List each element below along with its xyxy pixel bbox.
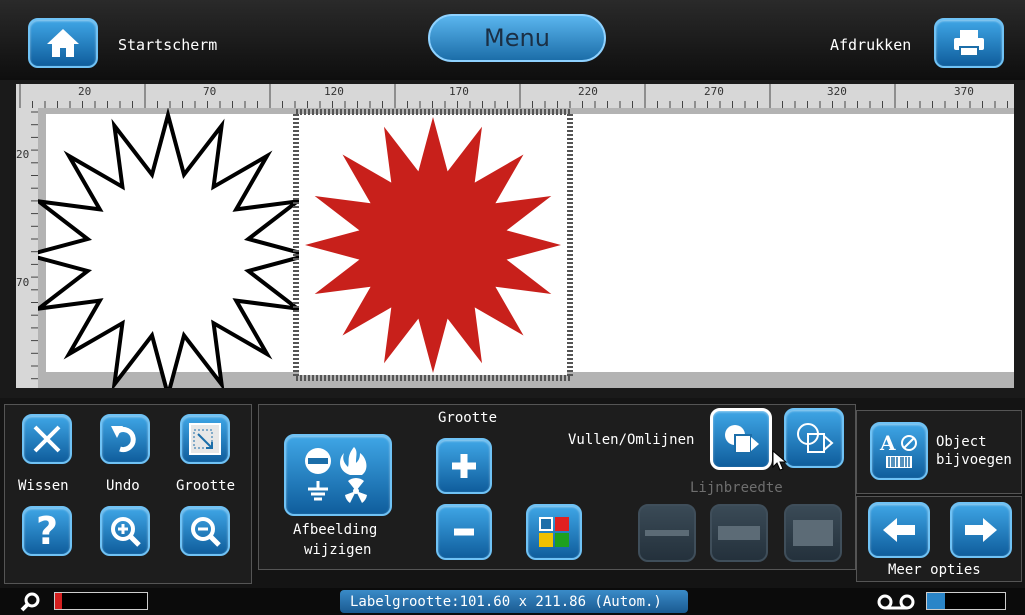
home-icon	[47, 29, 79, 57]
meer-opties-label: Meer opties	[888, 562, 981, 578]
afbeelding-label-line1: Afbeelding	[293, 522, 378, 538]
size-increase-button[interactable]	[436, 438, 492, 494]
afbeelding-wijzigen-button[interactable]	[284, 434, 392, 516]
ruler-tick-label: 170	[449, 85, 469, 98]
grid-color-icon	[539, 517, 569, 547]
color-grid-button[interactable]	[526, 504, 582, 560]
next-options-button[interactable]	[950, 502, 1012, 558]
vullen-omlijnen-label: Vullen/Omlijnen	[568, 432, 695, 448]
tape-icon	[877, 594, 915, 610]
afbeelding-label-line2: wijzigen	[304, 542, 372, 558]
wissen-label: Wissen	[18, 478, 69, 494]
fill-button[interactable]	[710, 408, 772, 470]
horizontal-ruler: 20 70 120 170 220 270 320 370	[16, 84, 1014, 109]
close-icon	[33, 425, 61, 453]
level-meter-left	[54, 592, 148, 610]
outline-icon	[797, 423, 834, 453]
search-icon	[20, 592, 40, 612]
bottom-panel: Wissen Undo Grootte ? Afbeelding wijzige…	[0, 398, 1025, 588]
printer-icon	[954, 30, 984, 57]
grootte-tool-label: Grootte	[176, 478, 236, 494]
label-size-text: Labelgrootte:101.60 x 211.86 (Autom.)	[350, 594, 662, 610]
undo-label: Undo	[106, 478, 140, 494]
plus-icon	[452, 454, 476, 478]
wissen-button[interactable]	[22, 414, 72, 464]
print-button[interactable]	[934, 18, 1004, 68]
ruler-tick-label: 70	[16, 276, 30, 289]
top-bar: Startscherm Menu Afdrukken	[0, 0, 1025, 80]
zoom-out-icon	[191, 517, 221, 547]
zoom-in-button[interactable]	[100, 506, 150, 556]
filled-star-shape[interactable]	[305, 117, 561, 373]
shapes-layer	[38, 108, 573, 388]
line-width-medium-button[interactable]	[710, 504, 768, 562]
ruler-tick-label: 370	[954, 85, 974, 98]
object-bijvoegen-button[interactable]: A	[870, 422, 928, 480]
outline-star-shape[interactable]	[38, 108, 316, 388]
ruler-tick-label: 20	[16, 148, 30, 161]
line-width-thin-button[interactable]	[638, 504, 696, 562]
arrow-left-icon	[883, 518, 915, 542]
ruler-tick-label: 120	[324, 85, 344, 98]
line-width-thick-button[interactable]	[784, 504, 842, 562]
home-label: Startscherm	[118, 36, 218, 54]
hazard-symbols-icon	[305, 447, 367, 503]
object-bijvoegen-line2: bijvoegen	[936, 452, 1012, 468]
print-label: Afdrukken	[830, 36, 912, 54]
size-decrease-button[interactable]	[436, 504, 492, 560]
zoom-in-icon	[111, 517, 141, 547]
grootte-group-title: Grootte	[438, 410, 498, 426]
text-barcode-icon: A	[879, 431, 917, 468]
ruler-tick-label: 320	[827, 85, 847, 98]
minus-icon	[454, 528, 474, 536]
object-bijvoegen-line1: Object	[936, 434, 987, 450]
mouse-cursor-icon	[772, 450, 788, 471]
svg-text:A: A	[879, 431, 896, 455]
resize-icon	[189, 423, 221, 455]
home-button[interactable]	[28, 18, 98, 68]
ruler-ticks	[19, 84, 1008, 108]
undo-button[interactable]	[100, 414, 150, 464]
arrow-right-icon	[965, 518, 997, 542]
undo-icon	[111, 426, 136, 452]
grootte-tool-button[interactable]	[180, 414, 230, 464]
previous-options-button[interactable]	[868, 502, 930, 558]
vertical-ruler: 20 70	[16, 108, 39, 388]
fill-icon	[725, 425, 759, 454]
tape-level-meter	[926, 592, 1006, 610]
status-bar: Labelgrootte:101.60 x 211.86 (Autom.)	[0, 588, 1025, 615]
outline-button[interactable]	[784, 408, 844, 468]
help-icon: ?	[35, 509, 59, 553]
lijnbreedte-label: Lijnbreedte	[690, 480, 783, 496]
label-canvas[interactable]	[38, 108, 1014, 388]
zoom-out-button[interactable]	[180, 506, 230, 556]
ruler-tick-label: 220	[578, 85, 598, 98]
ruler-tick-label: 270	[704, 85, 724, 98]
help-button[interactable]: ?	[22, 506, 72, 556]
ruler-tick-label: 70	[203, 85, 217, 98]
ruler-tick-label: 20	[78, 85, 92, 98]
menu-button[interactable]: Menu	[428, 14, 606, 62]
